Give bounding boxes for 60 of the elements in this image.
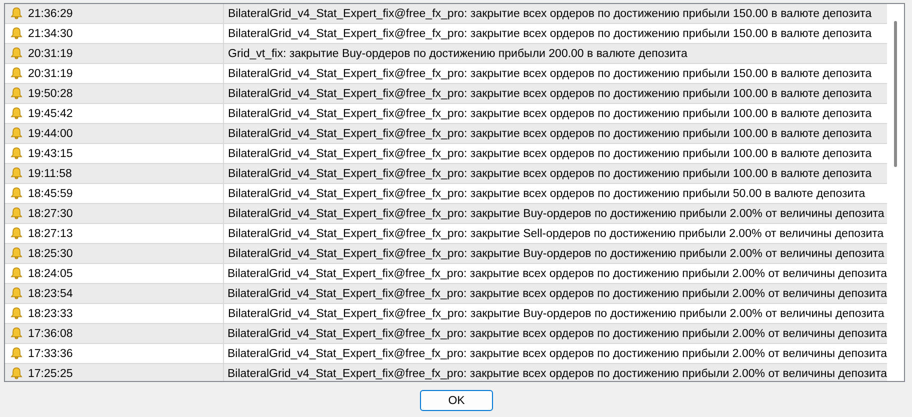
alert-time: 21:36:29 (28, 8, 73, 20)
alert-time: 18:23:54 (28, 288, 73, 300)
bell-icon (10, 67, 23, 80)
alert-time: 18:45:59 (28, 188, 73, 200)
alert-message: BilateralGrid_v4_Stat_Expert_fix@free_fx_pro: закрытие всех ордеров по достижению прибыли 2.00% от величины депозита (228, 288, 887, 300)
bell-icon (10, 307, 23, 320)
alert-message: BilateralGrid_v4_Stat_Expert_fix@free_fx_pro: закрытие всех ордеров по достижению прибыли 2.00% от величины депозита (228, 368, 887, 380)
alert-time: 17:36:08 (28, 328, 73, 340)
bell-icon (10, 207, 23, 220)
bell-icon (10, 187, 23, 200)
alert-time: 19:44:00 (28, 128, 73, 140)
alert-message: BilateralGrid_v4_Stat_Expert_fix@free_fx_pro: закрытие всех ордеров по достижению прибыли 100.00 в валюте депозита (228, 148, 872, 160)
bell-icon (10, 327, 23, 340)
alert-time: 18:27:13 (28, 228, 73, 240)
alert-message: BilateralGrid_v4_Stat_Expert_fix@free_fx_pro: закрытие всех ордеров по достижению прибыли 2.00% от величины депозита (228, 328, 887, 340)
alert-time: 17:25:25 (28, 368, 73, 380)
alert-message: BilateralGrid_v4_Stat_Expert_fix@free_fx_pro: закрытие всех ордеров по достижению прибыли 2.00% от величины депозита (228, 268, 887, 280)
alert-time: 19:50:28 (28, 88, 73, 100)
alert-time: 19:43:15 (28, 148, 73, 160)
bell-icon (10, 7, 23, 20)
alert-message: BilateralGrid_v4_Stat_Expert_fix@free_fx_pro: закрытие всех ордеров по достижению прибыли 100.00 в валюте депозита (228, 108, 872, 120)
alert-message: BilateralGrid_v4_Stat_Expert_fix@free_fx_pro: закрытие всех ордеров по достижению прибыли 2.00% от величины депозита (228, 348, 887, 360)
alert-time: 17:33:36 (28, 348, 73, 360)
alert-message: Grid_vt_fix: закрытие Buy-ордеров по достижению прибыли 200.00 в валюте депозита (228, 48, 688, 60)
alert-time: 20:31:19 (28, 68, 73, 80)
alert-message: BilateralGrid_v4_Stat_Expert_fix@free_fx_pro: закрытие всех ордеров по достижению прибыли 100.00 в валюте депозита (228, 128, 872, 140)
bell-icon (10, 287, 23, 300)
alert-message: BilateralGrid_v4_Stat_Expert_fix@free_fx_pro: закрытие Buy-ордеров по достижению прибыли 2.00% от величины депозита (228, 208, 884, 220)
alert-message: BilateralGrid_v4_Stat_Expert_fix@free_fx_pro: закрытие всех ордеров по достижению прибыли 150.00 в валюте депозита (228, 68, 872, 80)
alert-message: BilateralGrid_v4_Stat_Expert_fix@free_fx_pro: закрытие Buy-ордеров по достижению прибыли 2.00% от величины депозита (228, 248, 884, 260)
alert-list[interactable] (4, 3, 905, 382)
alert-message: BilateralGrid_v4_Stat_Expert_fix@free_fx_pro: закрытие Buy-ордеров по достижению прибыли 2.00% от величины депозита (228, 308, 884, 320)
bell-icon (10, 147, 23, 160)
alert-message: BilateralGrid_v4_Stat_Expert_fix@free_fx_pro: закрытие Sell-ордеров по достижению прибыли 2.00% от величины депозита (228, 228, 884, 240)
bell-icon (10, 227, 23, 240)
alert-message: BilateralGrid_v4_Stat_Expert_fix@free_fx_pro: закрытие всех ордеров по достижению прибыли 150.00 в валюте депозита (228, 28, 872, 40)
alert-message: BilateralGrid_v4_Stat_Expert_fix@free_fx_pro: закрытие всех ордеров по достижению прибыли 100.00 в валюте депозита (228, 168, 872, 180)
alert-message: BilateralGrid_v4_Stat_Expert_fix@free_fx_pro: закрытие всех ордеров по достижению прибыли 50.00 в валюте депозита (228, 188, 866, 200)
scrollbar-thumb[interactable] (894, 21, 897, 167)
bell-icon (10, 247, 23, 260)
bell-icon (10, 87, 23, 100)
alert-message: BilateralGrid_v4_Stat_Expert_fix@free_fx_pro: закрытие всех ордеров по достижению прибыли 150.00 в валюте депозита (228, 8, 872, 20)
alert-message: BilateralGrid_v4_Stat_Expert_fix@free_fx_pro: закрытие всех ордеров по достижению прибыли 100.00 в валюте депозита (228, 88, 872, 100)
alert-time: 18:27:30 (28, 208, 73, 220)
alert-time: 18:23:33 (28, 308, 73, 320)
bell-icon (10, 347, 23, 360)
bell-icon (10, 127, 23, 140)
alert-time: 18:24:05 (28, 268, 73, 280)
alert-time: 18:25:30 (28, 248, 73, 260)
ok-button[interactable]: OK (420, 390, 493, 411)
alert-time: 19:11:58 (28, 168, 72, 180)
bell-icon (10, 367, 23, 380)
alert-time: 19:45:42 (28, 108, 73, 120)
bell-icon (10, 107, 23, 120)
bell-icon (10, 167, 23, 180)
bell-icon (10, 27, 23, 40)
bell-icon (10, 267, 23, 280)
alert-time: 21:34:30 (28, 28, 73, 40)
bell-icon (10, 47, 23, 60)
alert-time: 20:31:19 (28, 48, 73, 60)
